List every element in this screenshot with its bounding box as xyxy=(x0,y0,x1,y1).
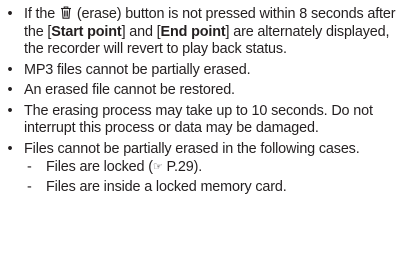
note-text: ] and [ xyxy=(121,23,161,40)
note-partial-erase-cases: • Files cannot be partially erased in th… xyxy=(0,141,410,197)
note-text: If the xyxy=(24,6,56,22)
notes-list: • If the (erase) button is not pressed w… xyxy=(0,6,410,196)
bullet: • xyxy=(7,61,13,78)
page-reference-icon: ☞ xyxy=(152,161,163,173)
note-cannot-restore: • An erased file cannot be restored. xyxy=(0,82,410,100)
note-text: MP3 files cannot be partially erased. xyxy=(24,61,251,78)
case-text: P.29). xyxy=(162,159,203,175)
note-mp3-files: • MP3 files cannot be partially erased. xyxy=(0,62,410,80)
case-text: Files are locked ( xyxy=(46,159,153,175)
bullet: • xyxy=(7,102,13,119)
trash-icon xyxy=(60,6,72,19)
bullet: • xyxy=(7,82,13,98)
end-point-label: End point xyxy=(160,23,226,40)
note-text: The erasing process may take up to 10 se… xyxy=(24,102,373,137)
bullet: • xyxy=(7,6,13,22)
case-files-locked: - Files are locked (☞ P.29). xyxy=(24,159,410,177)
start-point-label: Start point xyxy=(51,23,122,40)
case-text: Files are inside a locked memory card. xyxy=(46,178,287,195)
note-erasing-duration: • The erasing process may take up to 10 … xyxy=(0,103,410,138)
manual-notes-section: • If the (erase) button is not pressed w… xyxy=(0,0,416,277)
note-text: Files cannot be partially erased in the … xyxy=(24,140,360,157)
dash: - xyxy=(27,178,32,195)
dash: - xyxy=(27,159,32,175)
case-locked-memory-card: - Files are inside a locked memory card. xyxy=(24,179,410,197)
cases-list: - Files are locked (☞ P.29). - Files are… xyxy=(24,159,410,196)
bullet: • xyxy=(7,140,13,157)
note-erase-timeout: • If the (erase) button is not pressed w… xyxy=(0,6,410,59)
note-text: An erased file cannot be restored. xyxy=(24,82,235,98)
